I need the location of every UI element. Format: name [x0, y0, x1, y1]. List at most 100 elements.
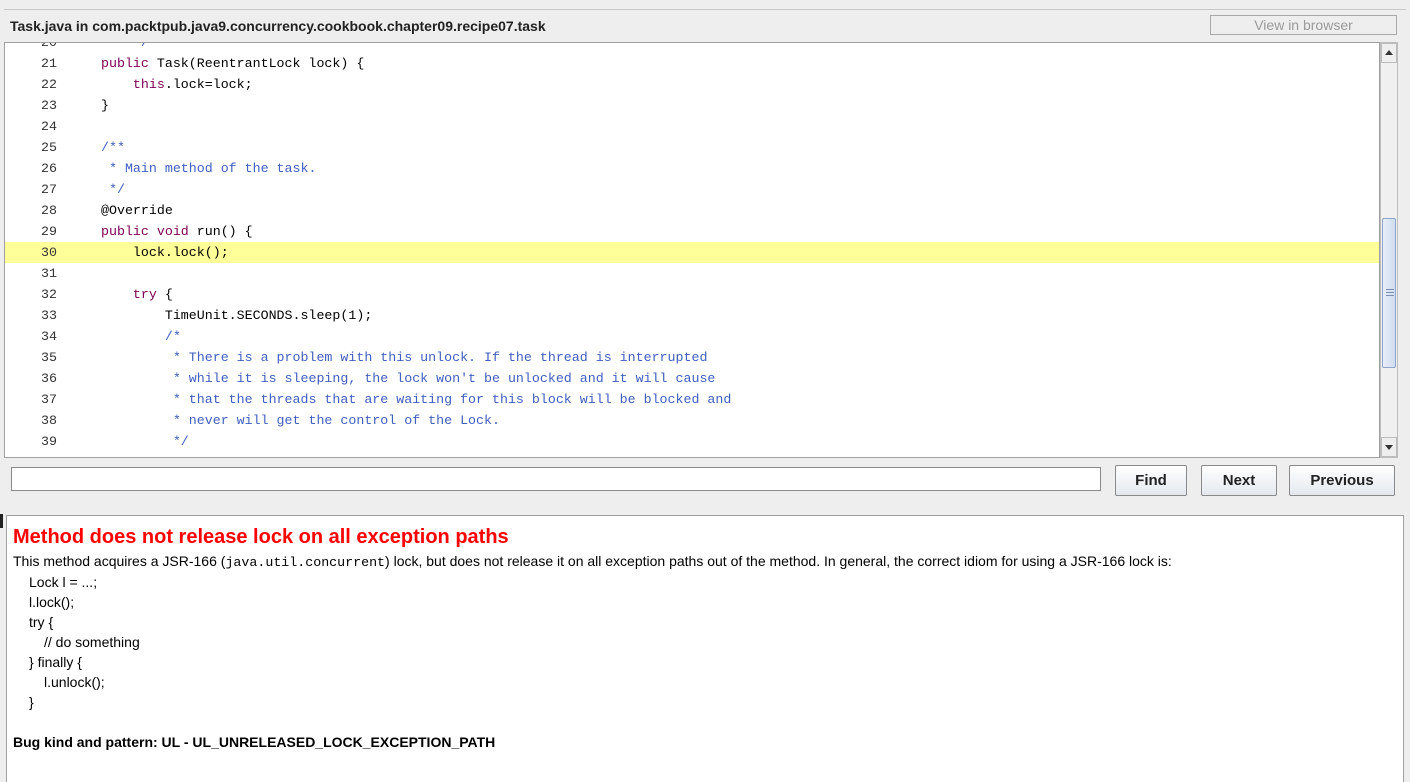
- line-number: 28: [41, 203, 57, 218]
- code-token: * Main method of the task.: [101, 161, 317, 176]
- code-text: */: [101, 42, 149, 53]
- line-number: 34: [41, 329, 57, 344]
- view-in-browser-button[interactable]: View in browser: [1210, 15, 1397, 35]
- arrow-down-icon: [1385, 445, 1393, 450]
- line-number: 36: [41, 371, 57, 386]
- idiom-line: } finally {: [29, 654, 82, 670]
- code-token: {: [156, 287, 173, 302]
- idiom-line: l.unlock();: [44, 674, 105, 690]
- bug-description: This method acquires a JSR-166 (java.uti…: [13, 553, 1172, 570]
- code-line: 33 TimeUnit.SECONDS.sleep(1);: [5, 305, 1379, 326]
- line-number: 31: [41, 266, 57, 281]
- line-number: 26: [41, 161, 57, 176]
- source-view-header: Task.java in com.packtpub.java9.concurre…: [4, 9, 1406, 42]
- code-line: 22 this.lock=lock;: [5, 74, 1379, 95]
- code-token: TimeUnit.SECONDS.sleep(1);: [101, 308, 373, 323]
- source-code-pane[interactable]: 20 */ 21 public Task(ReentrantLock lock) {…: [4, 42, 1380, 458]
- line-number: 25: [41, 140, 57, 155]
- code-token: run() {: [196, 224, 253, 239]
- idiom-line: Lock l = ...;: [29, 574, 98, 590]
- line-number: 20: [41, 42, 57, 50]
- splitter-handle[interactable]: [0, 514, 3, 528]
- code-line: 29 public void run() {: [5, 221, 1379, 242]
- code-line: 35 * There is a problem with this unlock…: [5, 347, 1379, 368]
- line-number: 29: [41, 224, 57, 239]
- line-number: 33: [41, 308, 57, 323]
- find-button[interactable]: Find: [1115, 465, 1187, 496]
- arrow-up-icon: [1385, 50, 1393, 55]
- code-token: Task(ReentrantLock lock) {: [156, 56, 365, 71]
- bug-kind-pattern: Bug kind and pattern: UL - UL_UNRELEASED…: [13, 734, 496, 750]
- scroll-down-button[interactable]: [1381, 437, 1397, 457]
- code-line: 34 /*: [5, 326, 1379, 347]
- code-token: */: [101, 182, 125, 197]
- code-line: 39 */: [5, 431, 1379, 452]
- grip-line: [1386, 289, 1394, 290]
- source-file-title: Task.java in com.packtpub.java9.concurre…: [10, 18, 546, 34]
- code-line: 31: [5, 263, 1379, 284]
- code-text: try {: [101, 284, 173, 305]
- code-text: * never will get the control of the Lock…: [101, 410, 500, 431]
- idiom-line: }: [29, 694, 34, 710]
- code-token: public void: [101, 224, 197, 239]
- code-vertical-scrollbar[interactable]: [1380, 42, 1398, 458]
- code-token: * while it is sleeping, the lock won't b…: [101, 371, 716, 386]
- scrollbar-thumb[interactable]: [1382, 218, 1396, 368]
- code-line: 26 * Main method of the task.: [5, 158, 1379, 179]
- grip-line: [1386, 295, 1394, 296]
- code-line: 36 * while it is sleeping, the lock won'…: [5, 368, 1379, 389]
- code-text: /**: [101, 137, 125, 158]
- code-text: @Override: [101, 200, 173, 221]
- code-text: */: [101, 431, 189, 452]
- code-text: /*: [101, 326, 181, 347]
- code-text: lock.lock();: [101, 242, 229, 263]
- code-token: * never will get the control of the Lock…: [101, 413, 500, 428]
- line-number: 27: [41, 182, 57, 197]
- code-token: * There is a problem with this unlock. I…: [101, 350, 708, 365]
- code-line: 21 public Task(ReentrantLock lock) {: [5, 53, 1379, 74]
- line-number: 22: [41, 77, 57, 92]
- code-token: this: [132, 77, 165, 92]
- next-button[interactable]: Next: [1201, 465, 1277, 496]
- bug-details-pane: Method does not release lock on all exce…: [6, 515, 1404, 782]
- code-token: try: [132, 287, 157, 302]
- grip-line: [1386, 292, 1394, 293]
- bug-description-code: java.util.concurrent: [225, 555, 386, 570]
- search-input[interactable]: [11, 467, 1101, 491]
- code-line: 32 try {: [5, 284, 1379, 305]
- line-number: 39: [41, 434, 57, 449]
- line-number: 30: [41, 245, 57, 260]
- previous-button[interactable]: Previous: [1289, 465, 1395, 496]
- code-token: /*: [101, 329, 181, 344]
- code-token: }: [101, 98, 109, 113]
- idiom-line: try {: [29, 614, 54, 630]
- code-line: 23}: [5, 95, 1379, 116]
- code-token: * that the threads that are waiting for …: [101, 392, 732, 407]
- code-line: 24: [5, 116, 1379, 137]
- line-number: 21: [41, 56, 57, 71]
- code-token: public: [101, 56, 157, 71]
- line-number: 35: [41, 350, 57, 365]
- code-text: public Task(ReentrantLock lock) {: [101, 53, 364, 74]
- code-line: 20 */: [5, 42, 1379, 53]
- code-text: * that the threads that are waiting for …: [101, 389, 732, 410]
- bug-description-end: ) lock, but does not release it on all e…: [385, 553, 1172, 569]
- code-text: TimeUnit.SECONDS.sleep(1);: [101, 305, 372, 326]
- code-line: 27 */: [5, 179, 1379, 200]
- code-text: }: [101, 95, 109, 116]
- code-token: /**: [101, 140, 125, 155]
- code-token: @Override: [101, 203, 173, 218]
- idiom-line: // do something: [44, 634, 140, 650]
- scroll-up-button[interactable]: [1381, 43, 1397, 63]
- code-token: */: [101, 42, 149, 50]
- idiom-line: l.lock();: [29, 594, 75, 610]
- line-number: 32: [41, 287, 57, 302]
- code-text: * Main method of the task.: [101, 158, 316, 179]
- code-text: * while it is sleeping, the lock won't b…: [101, 368, 716, 389]
- code-text: public void run() {: [101, 221, 253, 242]
- line-number: 38: [41, 413, 57, 428]
- code-line: 28 @Override: [5, 200, 1379, 221]
- code-line: 38 * never will get the control of the L…: [5, 410, 1379, 431]
